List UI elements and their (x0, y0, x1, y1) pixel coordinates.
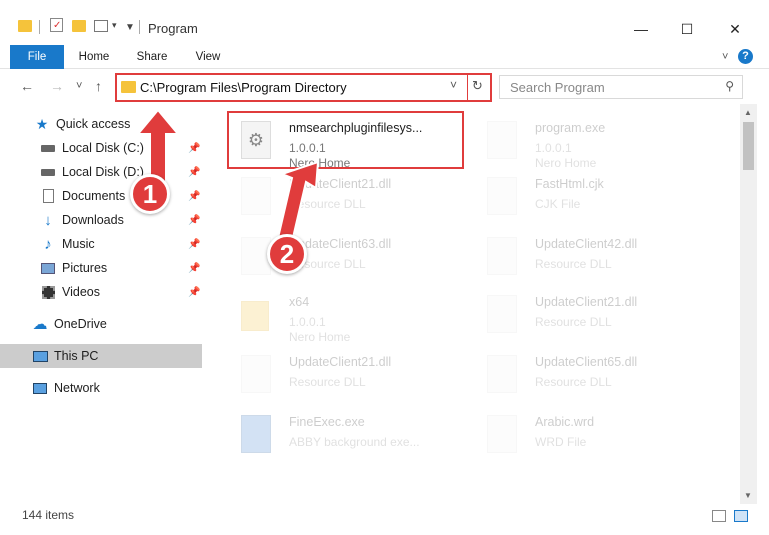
annotation-arrows (135, 108, 320, 244)
arrow-up-icon (135, 108, 181, 183)
step-badge-2: 2 (267, 234, 307, 274)
step-badge-1: 1 (130, 174, 170, 214)
arrow-up-icon (276, 160, 320, 244)
